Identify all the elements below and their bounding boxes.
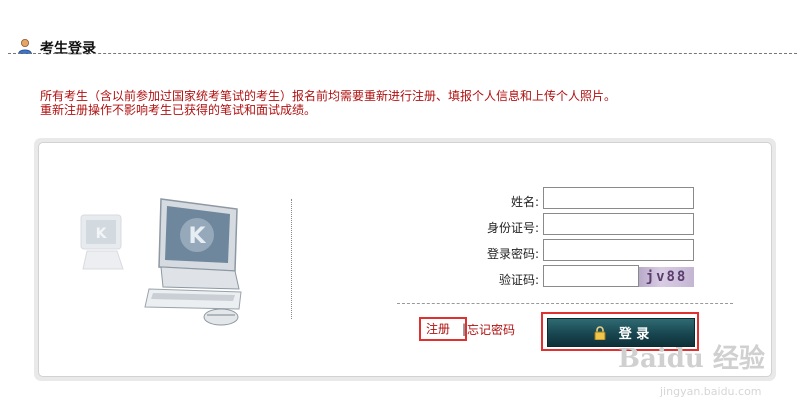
computer-illustration: K K	[80, 198, 242, 326]
register-link-highlight: 注册 |	[419, 317, 467, 341]
password-row: 登录密码:	[459, 241, 539, 263]
header-divider	[8, 53, 797, 54]
register-link[interactable]: 注册	[426, 322, 450, 336]
id-row: 身份证号:	[459, 215, 539, 237]
notice-line-2: 重新注册操作不影响考生已获得的笔试和面试成绩。	[40, 103, 317, 117]
notice-line-1: 所有考生（含以前参加过国家统考笔试的考生）报名前均需要重新进行注册、填报个人信息…	[40, 89, 617, 103]
vertical-divider	[291, 199, 292, 319]
registration-notice: 所有考生（含以前参加过国家统考笔试的考生）报名前均需要重新进行注册、填报个人信息…	[40, 89, 616, 117]
captcha-image[interactable]: jv88	[639, 267, 694, 287]
id-number-label: 身份证号:	[486, 221, 539, 235]
svg-text:K: K	[96, 226, 108, 242]
id-number-input[interactable]	[543, 213, 694, 235]
form-divider	[397, 303, 733, 304]
name-label: 姓名:	[510, 195, 539, 209]
user-icon	[18, 39, 32, 54]
page-title: 考生登录	[40, 41, 96, 57]
lock-icon	[594, 325, 606, 340]
baidu-watermark-url: jingyan.baidu.com	[660, 385, 762, 398]
password-label: 登录密码:	[486, 247, 539, 261]
password-input[interactable]	[543, 239, 694, 261]
name-row: 姓名:	[459, 189, 539, 211]
captcha-row: 验证码:	[459, 267, 539, 289]
page-header: 考生登录	[0, 0, 803, 60]
forgot-password-link[interactable]: 忘记密码	[467, 321, 515, 338]
baidu-watermark: Baidu 经验	[618, 344, 765, 374]
captcha-input[interactable]	[543, 265, 639, 287]
link-separator: |	[462, 322, 467, 336]
name-input[interactable]	[543, 187, 694, 209]
captcha-label: 验证码:	[498, 273, 539, 287]
svg-text:K: K	[188, 224, 206, 249]
